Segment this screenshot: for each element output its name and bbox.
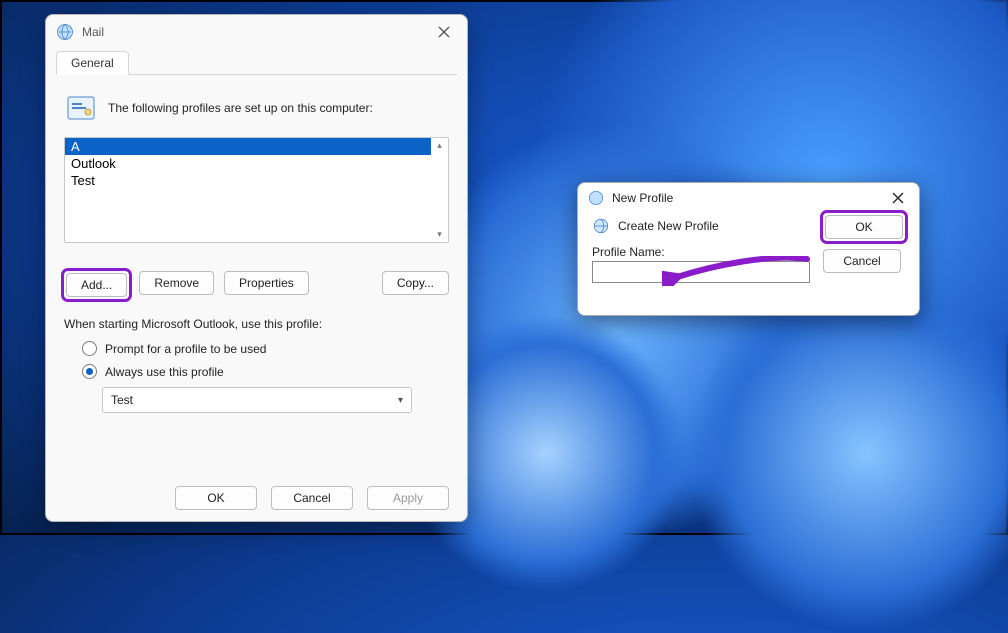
radio-always-label: Always use this profile	[105, 365, 224, 379]
start-profile-label: When starting Microsoft Outlook, use thi…	[64, 317, 449, 331]
add-button[interactable]: Add...	[66, 273, 127, 297]
copy-button[interactable]: Copy...	[382, 271, 449, 295]
listbox-scrollbar[interactable]: ▴ ▾	[431, 138, 448, 242]
mail-titlebar: Mail	[46, 15, 467, 49]
radio-prompt-label: Prompt for a profile to be used	[105, 342, 266, 356]
profile-list-item[interactable]: Outlook	[65, 155, 431, 172]
tabstrip: General	[46, 49, 467, 75]
radio-icon	[82, 341, 97, 356]
new-profile-dialog: New Profile Create New Profile Profile N…	[577, 182, 920, 316]
tab-general[interactable]: General	[56, 51, 129, 75]
globe-icon	[592, 217, 610, 235]
new-profile-ok-button[interactable]: OK	[825, 215, 903, 239]
ok-button[interactable]: OK	[175, 486, 257, 510]
highlight-ok: OK	[823, 213, 905, 241]
highlight-add: Add...	[64, 271, 129, 299]
mail-window-icon	[56, 23, 74, 41]
close-icon[interactable]	[887, 192, 909, 204]
create-profile-label: Create New Profile	[618, 219, 719, 233]
profiles-icon	[64, 91, 98, 125]
properties-button[interactable]: Properties	[224, 271, 309, 295]
radio-prompt[interactable]: Prompt for a profile to be used	[82, 341, 449, 356]
scroll-down-icon[interactable]: ▾	[437, 229, 442, 240]
profile-select[interactable]: Test ▾	[102, 387, 412, 413]
profile-name-input[interactable]	[592, 261, 810, 283]
cancel-button[interactable]: Cancel	[271, 486, 353, 510]
scroll-up-icon[interactable]: ▴	[437, 140, 442, 151]
profile-list-item[interactable]: A	[65, 138, 431, 155]
apply-button[interactable]: Apply	[367, 486, 449, 510]
profiles-info-text: The following profiles are set up on thi…	[108, 101, 373, 115]
profile-select-value: Test	[111, 393, 133, 407]
new-profile-title: New Profile	[612, 191, 887, 205]
mail-dialog: Mail General The following profiles are …	[45, 14, 468, 522]
radio-icon	[82, 364, 97, 379]
new-profile-cancel-button[interactable]: Cancel	[823, 249, 901, 273]
chevron-down-icon: ▾	[398, 395, 403, 406]
profile-list-item[interactable]: Test	[65, 172, 431, 189]
radio-always[interactable]: Always use this profile	[82, 364, 449, 379]
mail-title: Mail	[82, 25, 431, 39]
remove-button[interactable]: Remove	[139, 271, 214, 295]
mail-footer: OK Cancel Apply	[46, 475, 467, 521]
new-profile-titlebar: New Profile	[578, 183, 919, 213]
close-icon[interactable]	[431, 19, 457, 45]
new-profile-window-icon	[588, 190, 604, 206]
profiles-listbox[interactable]: AOutlookTest ▴ ▾	[64, 137, 449, 243]
